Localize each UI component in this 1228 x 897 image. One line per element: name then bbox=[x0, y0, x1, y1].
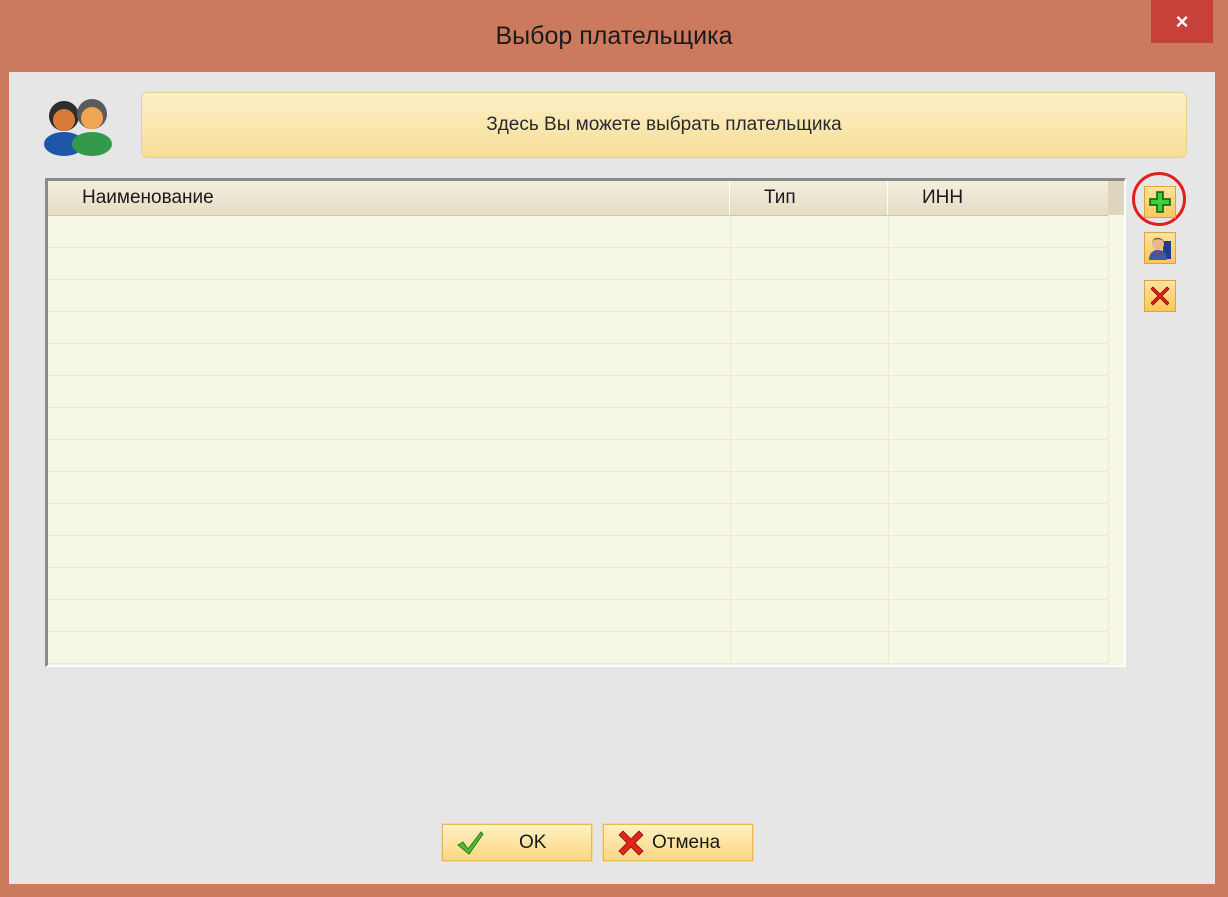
person-icon bbox=[1149, 237, 1171, 260]
table-row[interactable] bbox=[48, 632, 1108, 664]
dialog-body: Здесь Вы можете выбрать плательщика Наим… bbox=[9, 72, 1215, 884]
table-row[interactable] bbox=[48, 536, 1108, 568]
checkmark-icon bbox=[457, 830, 484, 855]
add-payer-button[interactable] bbox=[1144, 186, 1176, 218]
column-divider bbox=[1108, 216, 1109, 665]
table-row[interactable] bbox=[48, 600, 1108, 632]
table-row[interactable] bbox=[48, 408, 1108, 440]
cancel-button[interactable]: Отмена bbox=[602, 823, 754, 862]
delete-payer-button[interactable] bbox=[1144, 280, 1176, 312]
window-title: Выбор плательщика bbox=[495, 22, 733, 50]
table-row[interactable] bbox=[48, 472, 1108, 504]
ok-label: OK bbox=[519, 831, 547, 853]
column-header-name[interactable]: Наименование bbox=[48, 181, 730, 215]
info-banner: Здесь Вы можете выбрать плательщика bbox=[141, 92, 1187, 158]
column-header-inn[interactable]: ИНН bbox=[888, 181, 1108, 215]
title-bar[interactable]: Выбор плательщика × bbox=[0, 0, 1228, 72]
table-row[interactable] bbox=[48, 568, 1108, 600]
banner-text: Здесь Вы можете выбрать плательщика bbox=[486, 114, 842, 135]
edit-payer-button[interactable] bbox=[1144, 232, 1176, 264]
table-row[interactable] bbox=[48, 344, 1108, 376]
column-divider bbox=[888, 216, 889, 665]
table-row[interactable] bbox=[48, 216, 1108, 248]
dialog-window: Выбор плательщика × Здесь Вы можете выбр… bbox=[0, 0, 1228, 897]
table-row[interactable] bbox=[48, 504, 1108, 536]
plus-icon bbox=[1149, 191, 1171, 213]
column-header-type[interactable]: Тип bbox=[730, 181, 888, 215]
table-row[interactable] bbox=[48, 440, 1108, 472]
table-row[interactable] bbox=[48, 248, 1108, 280]
delete-x-icon bbox=[1150, 286, 1170, 306]
column-divider bbox=[730, 216, 731, 665]
close-button[interactable]: × bbox=[1151, 0, 1213, 43]
table-row[interactable] bbox=[48, 280, 1108, 312]
ok-button[interactable]: OK bbox=[441, 823, 593, 862]
users-group-icon bbox=[44, 99, 112, 156]
table-header-filler bbox=[1108, 181, 1124, 215]
cancel-x-icon bbox=[618, 829, 644, 856]
table-body[interactable] bbox=[48, 216, 1108, 665]
cancel-label: Отмена bbox=[652, 831, 721, 853]
payers-table[interactable]: Наименование Тип ИНН bbox=[45, 178, 1126, 667]
table-row[interactable] bbox=[48, 312, 1108, 344]
table-row[interactable] bbox=[48, 376, 1108, 408]
table-header: Наименование Тип ИНН bbox=[48, 181, 1108, 216]
